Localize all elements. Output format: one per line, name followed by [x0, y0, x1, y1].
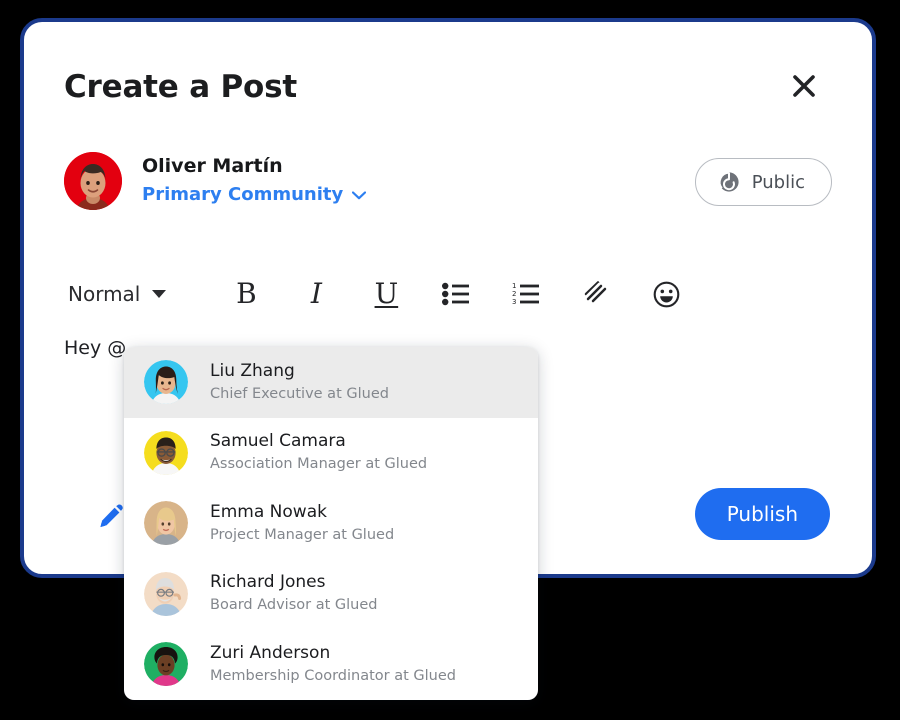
mention-role: Project Manager at Glued [210, 526, 395, 543]
liu-zhang-avatar-image [144, 360, 188, 405]
avatar [64, 152, 122, 210]
underline-button[interactable]: U [364, 272, 408, 316]
avatar [144, 571, 188, 616]
highlight-button[interactable] [574, 272, 618, 316]
page-title: Create a Post [64, 69, 298, 105]
oliver-martin-avatar-image [64, 152, 122, 210]
author-row: Oliver Martín Primary Community Public [64, 152, 832, 220]
visibility-selector[interactable]: Public [694, 158, 832, 206]
avatar [144, 360, 188, 405]
richard-jones-avatar-image [144, 571, 188, 616]
list-item[interactable]: Samuel Camara Association Manager at Glu… [124, 418, 538, 489]
publish-button[interactable]: Publish [694, 488, 830, 540]
mention-name: Liu Zhang [210, 360, 295, 381]
italic-icon: I [310, 277, 322, 310]
emoji-button[interactable] [644, 272, 688, 316]
samuel-camara-avatar-image [144, 430, 188, 475]
list-item-text: Samuel Camara Association Manager at Glu… [210, 430, 427, 475]
globe-icon [718, 171, 739, 192]
avatar [144, 430, 188, 475]
visibility-label: Public [751, 171, 805, 193]
list-item-text: Richard Jones Board Advisor at Glued [210, 571, 377, 616]
bulleted-list-icon [442, 282, 470, 306]
list-item[interactable]: Richard Jones Board Advisor at Glued [124, 559, 538, 630]
svg-text:1: 1 [512, 282, 516, 290]
numbered-list-icon: 1 2 3 [512, 282, 540, 306]
format-select[interactable]: Normal [64, 280, 170, 308]
community-label: Primary Community [142, 184, 344, 205]
zuri-anderson-avatar-image [144, 642, 188, 687]
mention-role: Board Advisor at Glued [210, 597, 378, 614]
italic-button[interactable]: I [294, 272, 338, 316]
mention-name: Richard Jones [210, 572, 326, 593]
caret-down-icon [152, 290, 167, 298]
mention-name: Emma Nowak [210, 501, 327, 522]
modal-header: Create a Post [64, 64, 832, 124]
community-selector[interactable]: Primary Community [142, 183, 367, 207]
mention-role: Association Manager at Glued [210, 456, 428, 473]
mention-name: Samuel Camara [210, 431, 346, 452]
mention-role: Chief Executive at Glued [210, 385, 389, 402]
bold-button[interactable]: B [224, 272, 268, 316]
avatar [144, 642, 188, 687]
list-item-text: Zuri Anderson Membership Coordinator at … [210, 642, 456, 687]
highlight-icon [584, 281, 607, 303]
format-select-label: Normal [68, 282, 141, 306]
avatar [144, 501, 188, 546]
bold-icon: B [236, 277, 257, 310]
mention-dropdown: Liu Zhang Chief Executive at Glued Samue… [124, 347, 538, 700]
list-item[interactable]: Zuri Anderson Membership Coordinator at … [124, 629, 538, 700]
svg-text:2: 2 [512, 290, 516, 298]
mention-name: Zuri Anderson [210, 642, 331, 663]
emoji-smiley-icon [653, 281, 680, 307]
list-item[interactable]: Emma Nowak Project Manager at Glued [124, 488, 538, 559]
numbered-list-button[interactable]: 1 2 3 [504, 272, 548, 316]
author-name: Oliver Martín [142, 155, 283, 177]
emma-nowak-avatar-image [144, 501, 188, 546]
close-icon [793, 75, 815, 97]
list-item-text: Liu Zhang Chief Executive at Glued [210, 360, 389, 405]
close-button[interactable] [784, 66, 824, 106]
editor-toolbar: Normal B I U 1 2 3 [64, 270, 832, 318]
underline-icon: U [374, 277, 399, 310]
list-item[interactable]: Liu Zhang Chief Executive at Glued [124, 347, 538, 418]
mention-role: Membership Coordinator at Glued [210, 667, 456, 684]
bulleted-list-button[interactable] [434, 272, 478, 316]
chevron-down-icon [352, 190, 367, 199]
svg-text:3: 3 [512, 298, 516, 306]
pencil-icon [100, 504, 123, 528]
author-meta: Oliver Martín Primary Community [142, 153, 367, 207]
list-item-text: Emma Nowak Project Manager at Glued [210, 501, 394, 546]
